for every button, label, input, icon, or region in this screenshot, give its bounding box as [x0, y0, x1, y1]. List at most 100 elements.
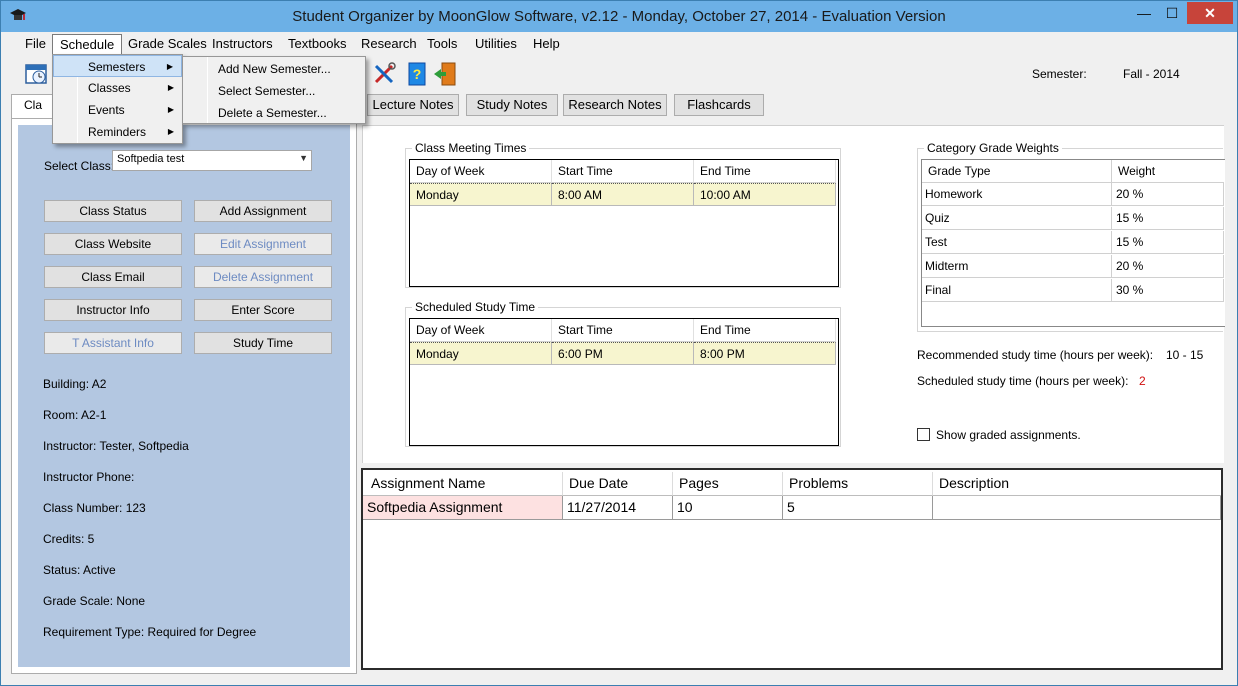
- chevron-right-icon: ▶: [167, 105, 174, 114]
- show-graded-checkbox[interactable]: [917, 428, 930, 441]
- class-select[interactable]: Softpedia test ▼: [112, 150, 312, 171]
- maximize-button[interactable]: ☐: [1159, 2, 1185, 24]
- menu-item-classes[interactable]: Classes ▶: [53, 77, 182, 99]
- menu-item-label: Delete a Semester...: [218, 106, 327, 120]
- building-info: Building: A2: [43, 377, 107, 391]
- menu-textbooks[interactable]: Textbooks: [284, 36, 351, 51]
- table-cell: 5: [783, 496, 933, 520]
- semester-value: Fall - 2014: [1123, 67, 1180, 81]
- credits-info: Credits: 5: [43, 532, 95, 546]
- class-email-button[interactable]: Class Email: [44, 266, 182, 288]
- table-cell: 15 %: [1112, 207, 1224, 230]
- class-panel: Select Class: Softpedia test ▼ Class Sta…: [11, 118, 357, 674]
- schedule-menu: Semesters ▶ Classes ▶ Events ▶ Reminders…: [52, 54, 183, 144]
- menu-schedule[interactable]: Schedule: [52, 34, 123, 56]
- menu-item-delete-semester[interactable]: Delete a Semester...: [183, 102, 365, 124]
- column-header[interactable]: Pages: [673, 472, 783, 496]
- lecture-notes-button[interactable]: Lecture Notes: [367, 94, 459, 116]
- instructor-info-button[interactable]: Instructor Info: [44, 299, 182, 321]
- calendar-clock-icon[interactable]: [24, 62, 50, 86]
- grade-scale-info: Grade Scale: None: [43, 594, 146, 608]
- menu-grade-scales[interactable]: Grade Scales: [124, 36, 211, 51]
- column-header[interactable]: Description: [933, 472, 1221, 496]
- table-cell: 15 %: [1112, 231, 1224, 254]
- menu-item-label: Events: [88, 103, 125, 117]
- assignments-grid: Assignment Name Due Date Pages Problems …: [361, 468, 1223, 670]
- tools-icon[interactable]: [372, 62, 398, 86]
- table-cell: 20 %: [1112, 255, 1224, 278]
- column-header: Weight: [1112, 160, 1224, 183]
- table-cell: 10: [673, 496, 783, 520]
- column-header: Day of Week: [410, 160, 552, 183]
- table-cell: Homework: [922, 183, 1112, 206]
- grade-weights-group: Category Grade Weights Grade Type Weight…: [917, 141, 1225, 332]
- menu-file[interactable]: File: [21, 36, 50, 51]
- menu-item-label: Add New Semester...: [218, 62, 331, 76]
- class-select-value: Softpedia test: [117, 153, 185, 165]
- menu-item-label: Select Semester...: [218, 84, 316, 98]
- menu-item-reminders[interactable]: Reminders ▶: [53, 121, 182, 143]
- menu-research[interactable]: Research: [357, 36, 421, 51]
- app-window: Student Organizer by MoonGlow Software, …: [0, 0, 1238, 686]
- column-header: Start Time: [552, 160, 694, 183]
- enter-score-button[interactable]: Enter Score: [194, 299, 332, 321]
- tab-class[interactable]: Cla: [11, 94, 55, 118]
- study-time-button[interactable]: Study Time: [194, 332, 332, 354]
- menu-bar: File Schedule Grade Scales Instructors T…: [1, 33, 1237, 56]
- exit-door-icon[interactable]: [433, 62, 459, 86]
- class-number-info: Class Number: 123: [43, 501, 146, 515]
- table-cell: Test: [922, 231, 1112, 254]
- scheduled-study-label: Scheduled study time (hours per week):: [917, 374, 1129, 388]
- class-meeting-title: Class Meeting Times: [412, 141, 530, 155]
- column-header[interactable]: Problems: [783, 472, 933, 496]
- study-time-title: Scheduled Study Time: [412, 300, 539, 314]
- class-status-button[interactable]: Class Status: [44, 200, 182, 222]
- delete-assignment-button[interactable]: Delete Assignment: [194, 266, 332, 288]
- column-header[interactable]: Assignment Name: [363, 472, 563, 496]
- menu-item-label: Reminders: [88, 125, 147, 139]
- column-header: End Time: [694, 160, 836, 183]
- table-cell: [933, 496, 1221, 520]
- close-button[interactable]: ✕: [1187, 2, 1233, 24]
- ta-info-button[interactable]: T Assistant Info: [44, 332, 182, 354]
- table-cell: Monday: [410, 183, 552, 206]
- menu-help[interactable]: Help: [529, 36, 564, 51]
- status-info: Status: Active: [43, 563, 116, 577]
- column-header: Start Time: [552, 319, 694, 342]
- menu-utilities[interactable]: Utilities: [471, 36, 521, 51]
- study-time-grid: Day of Week Start Time End Time Monday 6…: [409, 318, 839, 446]
- menu-item-add-semester[interactable]: Add New Semester...: [183, 58, 365, 80]
- select-class-label: Select Class:: [44, 159, 115, 173]
- grade-weights-grid: Grade Type Weight Homework 20 % Quiz 15 …: [921, 159, 1225, 327]
- menu-tools[interactable]: Tools: [423, 36, 461, 51]
- help-book-icon[interactable]: ?: [404, 62, 430, 86]
- study-notes-button[interactable]: Study Notes: [466, 94, 558, 116]
- table-cell: 30 %: [1112, 279, 1224, 302]
- room-info: Room: A2-1: [43, 408, 107, 422]
- table-cell: Midterm: [922, 255, 1112, 278]
- flashcards-button[interactable]: Flashcards: [674, 94, 764, 116]
- menu-item-select-semester[interactable]: Select Semester...: [183, 80, 365, 102]
- table-cell: 10:00 AM: [694, 183, 836, 206]
- research-notes-button[interactable]: Research Notes: [563, 94, 667, 116]
- menu-instructors[interactable]: Instructors: [208, 36, 277, 51]
- add-assignment-button[interactable]: Add Assignment: [194, 200, 332, 222]
- instructor-phone-info: Instructor Phone:: [43, 470, 135, 484]
- menu-item-events[interactable]: Events ▶: [53, 99, 182, 121]
- table-cell: 20 %: [1112, 183, 1224, 206]
- study-time-group: Scheduled Study Time Day of Week Start T…: [405, 300, 841, 447]
- class-meeting-group: Class Meeting Times Day of Week Start Ti…: [405, 141, 841, 288]
- class-panel-body: Select Class: Softpedia test ▼ Class Sta…: [18, 125, 350, 667]
- class-website-button[interactable]: Class Website: [44, 233, 182, 255]
- table-cell: 6:00 PM: [552, 342, 694, 365]
- column-header: End Time: [694, 319, 836, 342]
- edit-assignment-button[interactable]: Edit Assignment: [194, 233, 332, 255]
- chevron-right-icon: ▶: [166, 62, 173, 71]
- svg-text:?: ?: [413, 66, 422, 82]
- menu-item-label: Classes: [88, 81, 131, 95]
- minimize-button[interactable]: —: [1131, 2, 1157, 24]
- menu-item-semesters[interactable]: Semesters ▶: [53, 55, 182, 77]
- column-header[interactable]: Due Date: [563, 472, 673, 496]
- semester-label: Semester:: [1032, 67, 1087, 81]
- table-cell: 8:00 AM: [552, 183, 694, 206]
